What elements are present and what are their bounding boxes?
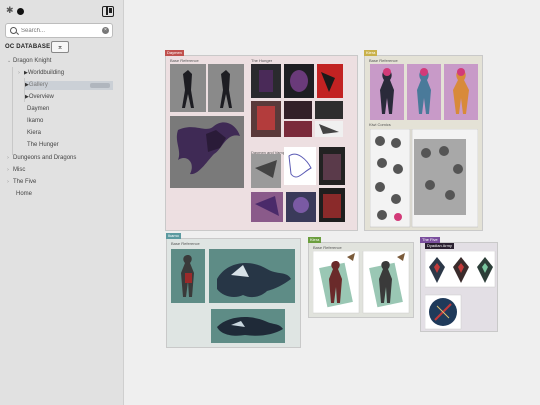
tree-item-the-hunger[interactable]: The Hunger (27, 141, 59, 150)
tree-item-label: Home (16, 191, 33, 197)
group-tag[interactable]: Kiera (364, 50, 378, 56)
group-kiera-green[interactable]: Kiera Base Reference (308, 237, 414, 318)
search-input[interactable] (21, 25, 101, 36)
top-toolbar: ✱ (6, 6, 114, 18)
tree-item-ikamo[interactable]: Ikamo (27, 117, 43, 126)
group-kiera[interactable]: Kiera Base Reference Kiwi Comics (364, 50, 483, 231)
sun-icon[interactable]: ✱ (6, 7, 15, 16)
tree-item-label: The Five (13, 179, 37, 185)
tree-item-dragon-knight[interactable]: ⌄ Dragon Knight (7, 57, 51, 66)
tree-item-label: Dragon Knight (13, 58, 52, 64)
tree-item-label: Worldbuilding (27, 70, 65, 76)
section-label: Base Reference (170, 58, 199, 63)
kiera-comics-image[interactable] (370, 129, 478, 229)
tree-item-kiera[interactable]: Kiera (27, 129, 41, 138)
search-icon (10, 27, 17, 34)
tree-item-gallery[interactable]: ▶Gallery (25, 81, 113, 90)
database-title: OC DATABASE (5, 44, 51, 50)
section-label: Dyadian Army (425, 243, 454, 249)
tree-item-home[interactable]: Home (16, 190, 32, 199)
tree-item-label: Kiera (27, 130, 42, 136)
kiera-green-reference-image[interactable] (313, 251, 411, 315)
group-tag-label: The Five (422, 237, 438, 242)
tree-item-label: The Hunger (27, 142, 59, 148)
dyadian-army-image[interactable] (425, 251, 497, 331)
tree-item-label: Ikamo (27, 118, 44, 124)
tree-item-misc[interactable]: › Misc (7, 166, 25, 175)
group-tag[interactable]: Daymen (165, 50, 184, 56)
tree-guide (12, 67, 13, 155)
ikamo-base-reference-image[interactable] (171, 249, 297, 345)
section-label: Base Reference (313, 245, 342, 250)
tree-item-label: Dungeons and Dragons (13, 155, 77, 161)
section-label: Base Reference (171, 241, 200, 246)
group-tag[interactable]: Kiera (308, 237, 322, 243)
daymen-base-reference-image[interactable] (170, 64, 246, 188)
collapse-icon[interactable]: ⌅ (51, 41, 69, 53)
tree-item-dungeons-and-dragons[interactable]: › Dungeons and Dragons (7, 154, 76, 163)
tree-item-overview[interactable]: ▶Overview (25, 93, 54, 102)
tree-item-label: Gallery (28, 82, 48, 88)
group-ikamo[interactable]: Ikamo Base Reference (166, 233, 301, 348)
kiera-base-reference-image[interactable] (370, 64, 478, 122)
group-daymen[interactable]: Daymen Base Reference The Hunger Daymen … (165, 50, 358, 231)
tree-item-daymen[interactable]: Daymen (27, 105, 49, 114)
group-tag[interactable]: Ikamo (166, 233, 181, 239)
tree-item-label: Overview (28, 94, 54, 100)
section-label: Base Reference (369, 58, 398, 63)
tree-item-label: Misc (13, 167, 26, 173)
tree-item-the-five[interactable]: › The Five (7, 178, 36, 187)
item-badge (90, 83, 110, 88)
tree-item-label: Daymen (27, 106, 50, 112)
canvas[interactable]: Daymen Base Reference The Hunger Daymen … (125, 0, 540, 405)
layout-toggle-icon[interactable] (102, 6, 114, 17)
search-box[interactable]: × (5, 23, 113, 38)
daymen-collage-images[interactable] (251, 64, 347, 228)
tree-item-worldbuilding[interactable]: › ▶Worldbuilding (18, 69, 64, 78)
group-the-five[interactable]: The Five Dyadian Army (420, 237, 498, 332)
clear-search-icon[interactable]: × (102, 27, 109, 34)
moon-icon[interactable] (17, 8, 24, 15)
section-label: The Hunger (251, 58, 273, 63)
section-label: Kiwi Comics (369, 122, 391, 127)
sidebar: ✱ × OC DATABASE ⌅ ⌄Dragon Knight ›▶World… (0, 0, 124, 405)
